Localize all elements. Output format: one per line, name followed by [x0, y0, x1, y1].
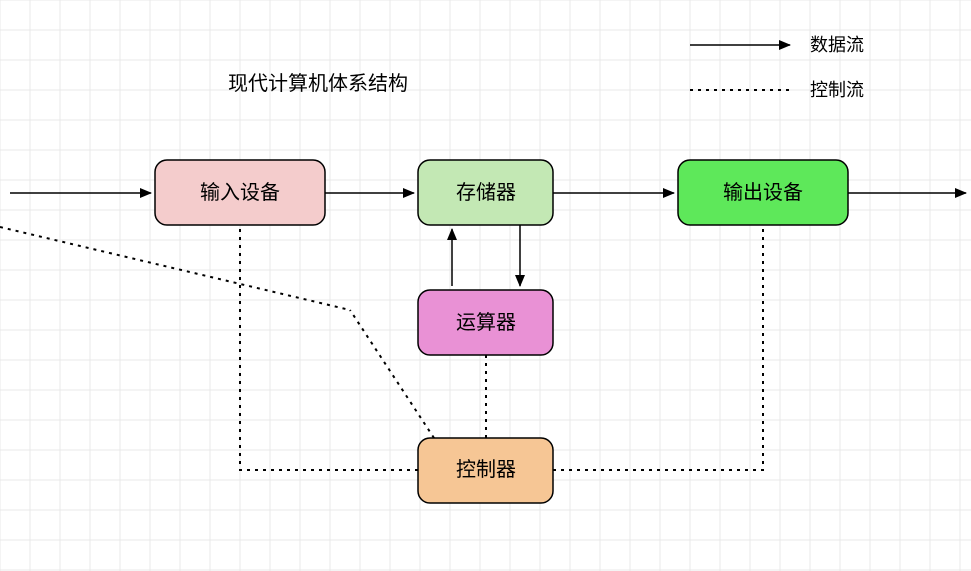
output-device-label: 输出设备	[723, 181, 803, 204]
diagram-canvas: 现代计算机体系结构 数据流 控制流 输入设备 存储器 输出设备 运算器 控制器	[0, 0, 971, 571]
alu-label: 运算器	[456, 311, 516, 334]
legend-data-flow-label: 数据流	[810, 35, 864, 55]
controller-label: 控制器	[456, 458, 516, 481]
storage-label: 存储器	[456, 181, 516, 204]
input-device-label: 输入设备	[200, 181, 280, 204]
diagram-title: 现代计算机体系结构	[228, 72, 408, 95]
ctrl-controller-output	[553, 225, 763, 470]
ctrl-controller-input	[240, 225, 418, 470]
legend-control-flow-label: 控制流	[810, 80, 864, 100]
ctrl-storage-diag-left	[0, 227, 350, 310]
